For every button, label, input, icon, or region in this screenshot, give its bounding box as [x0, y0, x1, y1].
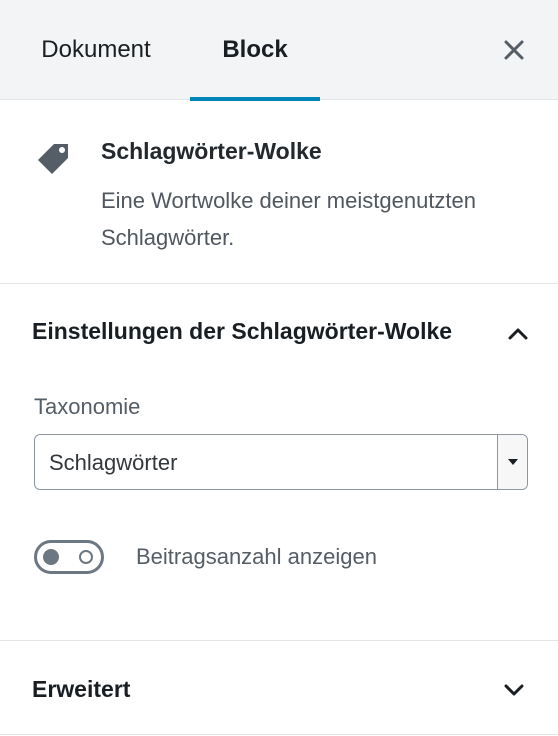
toggle-knob [43, 549, 59, 565]
show-count-label: Beitragsanzahl anzeigen [136, 544, 377, 569]
block-inspector-sidebar: Dokument Block Schlagwörter-Wolke Eine W… [0, 0, 558, 736]
caret-down-icon [507, 459, 518, 465]
close-sidebar-button[interactable] [494, 30, 534, 70]
advanced-panel-toggle[interactable]: Erweitert [32, 668, 532, 710]
sidebar-tabs: Dokument Block [0, 0, 558, 101]
settings-panel-title: Einstellungen der Schlagwörter-Wolke [32, 318, 453, 344]
taxonomy-selected-value: Schlagwörter [49, 450, 178, 475]
divider [0, 640, 558, 641]
toggle-off-icon [79, 550, 93, 564]
show-count-toggle[interactable] [34, 540, 104, 574]
tag-icon [38, 144, 68, 174]
chevron-up-icon [508, 328, 528, 340]
block-card: Schlagwörter-Wolke Eine Wortwolke deiner… [0, 100, 558, 284]
tab-document[interactable]: Dokument [18, 0, 174, 100]
taxonomy-label: Taxonomie [34, 394, 141, 419]
tab-document-label: Dokument [41, 36, 151, 63]
taxonomy-select[interactable]: Schlagwörter [34, 434, 528, 490]
block-description: Eine Wortwolke deiner meistgenutzten Sch… [101, 188, 477, 250]
divider [0, 734, 558, 735]
close-icon [504, 40, 524, 60]
show-count-row: Beitragsanzahl anzeigen [34, 538, 534, 578]
chevron-down-icon [504, 684, 524, 696]
block-title: Schlagwörter-Wolke [101, 138, 322, 164]
tab-block[interactable]: Block [190, 0, 320, 101]
tab-block-label: Block [222, 36, 288, 63]
advanced-panel-title: Erweitert [32, 676, 131, 702]
settings-panel-toggle[interactable]: Einstellungen der Schlagwörter-Wolke [32, 314, 532, 354]
select-arrow [497, 435, 527, 489]
